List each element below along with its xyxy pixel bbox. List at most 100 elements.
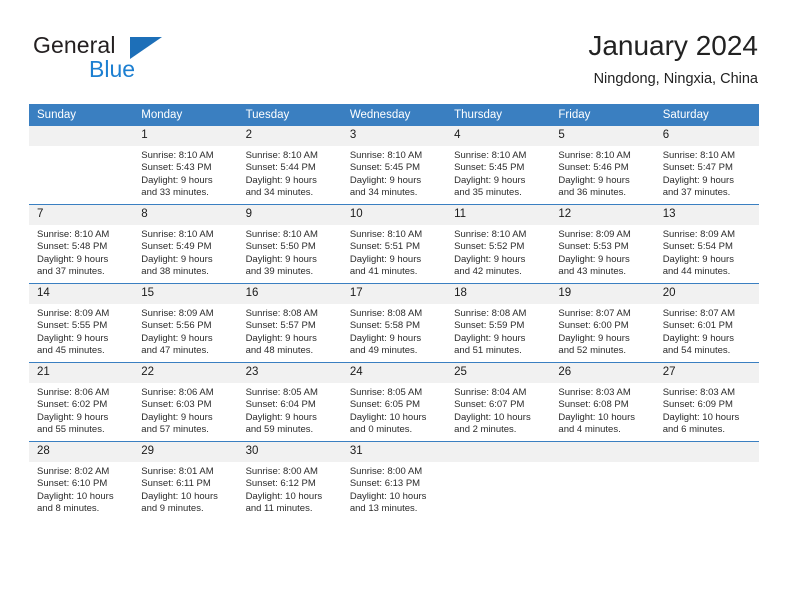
calendar-week-row: 14 Sunrise: 8:09 AM Sunset: 5:55 PM Dayligh… — [29, 283, 759, 363]
calendar-day-cell[interactable]: 14 Sunrise: 8:09 AM Sunset: 5:55 PM Dayligh… — [29, 283, 134, 363]
calendar-day-cell[interactable]: 19 Sunrise: 8:07 AM Sunset: 6:00 PM Dayligh… — [550, 283, 655, 363]
sunrise-text: Sunrise: 8:10 AM — [662, 150, 736, 161]
daylight-text-line1: Daylight: 9 hours — [454, 332, 526, 344]
day-details: Sunrise: 8:10 AM Sunset: 5:43 PM Daylight:… — [133, 146, 237, 200]
day-details: Sunrise: 8:02 AM Sunset: 6:10 PM Daylight:… — [29, 462, 133, 516]
day-number: 10 — [341, 205, 447, 225]
calendar-day-cell[interactable]: 12 Sunrise: 8:09 AM Sunset: 5:53 PM Dayligh… — [550, 204, 655, 284]
daylight-text-line2: and 37 minutes. — [37, 266, 105, 278]
calendar-day-cell[interactable]: 20 Sunrise: 8:07 AM Sunset: 6:01 PM Dayligh… — [654, 283, 759, 363]
day-number — [29, 126, 134, 146]
daylight-text-line1: Daylight: 9 hours — [454, 253, 526, 265]
calendar-day-cell[interactable]: 1 Sunrise: 8:10 AM Sunset: 5:43 PM Daylight… — [133, 126, 238, 205]
sunrise-text: Sunrise: 8:10 AM — [245, 229, 318, 240]
calendar-day-cell[interactable]: 25 Sunrise: 8:04 AM Sunset: 6:07 PM Dayligh… — [446, 362, 551, 442]
day-number: 4 — [446, 126, 551, 146]
day-number: 17 — [341, 284, 447, 304]
daylight-text-line2: and 33 minutes. — [141, 187, 209, 199]
calendar-day-cell[interactable]: 13 Sunrise: 8:09 AM Sunset: 5:54 PM Dayligh… — [654, 204, 759, 284]
calendar-day-cell[interactable]: 31 Sunrise: 8:00 AM Sunset: 6:13 PM Dayligh… — [341, 441, 447, 520]
day-number: 22 — [133, 363, 238, 383]
calendar-day-cell[interactable]: 2 Sunrise: 8:10 AM Sunset: 5:44 PM Daylight… — [237, 126, 342, 205]
day-number: 1 — [133, 126, 238, 146]
day-number: 6 — [654, 126, 759, 146]
sunset-text: Sunset: 5:56 PM — [141, 320, 212, 332]
day-details: Sunrise: 8:03 AM Sunset: 6:08 PM Daylight:… — [550, 383, 654, 437]
day-details: Sunrise: 8:00 AM Sunset: 6:12 PM Daylight:… — [238, 462, 342, 516]
calendar-day-cell[interactable]: 8 Sunrise: 8:10 AM Sunset: 5:49 PM Daylight… — [133, 204, 238, 284]
calendar-day-cell[interactable]: 15 Sunrise: 8:09 AM Sunset: 5:56 PM Dayligh… — [133, 283, 238, 363]
sunset-text: Sunset: 6:12 PM — [245, 478, 316, 490]
daylight-text-line2: and 11 minutes. — [245, 503, 313, 515]
daylight-text-line2: and 59 minutes. — [245, 424, 314, 436]
page-title: January 2024 — [588, 30, 758, 61]
sunset-text: Sunset: 5:51 PM — [349, 241, 421, 253]
sunrise-text: Sunrise: 8:08 AM — [349, 308, 423, 319]
daylight-text-line1: Daylight: 9 hours — [245, 174, 317, 186]
daylight-text-line2: and 38 minutes. — [141, 266, 209, 278]
sunrise-text: Sunrise: 8:01 AM — [141, 466, 214, 477]
sunset-text: Sunset: 5:44 PM — [245, 162, 316, 174]
daylight-text-line1: Daylight: 10 hours — [558, 411, 635, 423]
daylight-text-line2: and 34 minutes. — [245, 187, 314, 199]
calendar-day-cell[interactable]: 11 Sunrise: 8:10 AM Sunset: 5:52 PM Dayligh… — [446, 204, 551, 284]
calendar-day-cell[interactable]: 9 Sunrise: 8:10 AM Sunset: 5:50 PM Daylight… — [237, 204, 342, 284]
day-number: 5 — [550, 126, 655, 146]
calendar-day-cell[interactable]: 30 Sunrise: 8:00 AM Sunset: 6:12 PM Dayligh… — [237, 441, 342, 520]
day-details: Sunrise: 8:09 AM Sunset: 5:55 PM Daylight:… — [29, 304, 133, 358]
sunrise-text: Sunrise: 8:10 AM — [141, 150, 214, 161]
sunset-text: Sunset: 5:46 PM — [558, 162, 629, 174]
day-details: Sunrise: 8:08 AM Sunset: 5:58 PM Daylight:… — [342, 304, 446, 358]
day-details: Sunrise: 8:03 AM Sunset: 6:09 PM Daylight:… — [655, 383, 759, 437]
calendar-day-cell[interactable]: 18 Sunrise: 8:08 AM Sunset: 5:59 PM Dayligh… — [446, 283, 551, 363]
calendar-day-cell[interactable]: 24 Sunrise: 8:05 AM Sunset: 6:05 PM Dayligh… — [341, 362, 447, 442]
daylight-text-line2: and 2 minutes. — [454, 424, 517, 436]
calendar-day-cell[interactable]: 6 Sunrise: 8:10 AM Sunset: 5:47 PM Daylight… — [654, 126, 759, 205]
daylight-text-line1: Daylight: 10 hours — [454, 411, 531, 423]
calendar-day-cell[interactable]: 4 Sunrise: 8:10 AM Sunset: 5:45 PM Daylight… — [446, 126, 551, 205]
day-number: 24 — [341, 363, 447, 383]
daylight-text-line2: and 39 minutes. — [245, 266, 314, 278]
daylight-text-line2: and 4 minutes. — [558, 424, 621, 436]
sunrise-text: Sunrise: 8:08 AM — [454, 308, 527, 319]
calendar-day-cell[interactable]: 5 Sunrise: 8:10 AM Sunset: 5:46 PM Daylight… — [550, 126, 655, 205]
sunset-text: Sunset: 6:04 PM — [245, 399, 316, 411]
daylight-text-line2: and 52 minutes. — [558, 345, 627, 357]
calendar-day-cell[interactable]: 16 Sunrise: 8:08 AM Sunset: 5:57 PM Dayligh… — [237, 283, 342, 363]
day-details: Sunrise: 8:10 AM Sunset: 5:51 PM Daylight:… — [342, 225, 446, 279]
sunset-text: Sunset: 6:02 PM — [37, 399, 108, 411]
weekday-header-sunday: Sunday — [29, 104, 134, 126]
calendar-day-cell[interactable]: 10 Sunrise: 8:10 AM Sunset: 5:51 PM Dayligh… — [341, 204, 447, 284]
day-details: Sunrise: 8:10 AM Sunset: 5:45 PM Daylight:… — [446, 146, 550, 200]
calendar-day-cell[interactable]: 27 Sunrise: 8:03 AM Sunset: 6:09 PM Dayligh… — [654, 362, 759, 442]
sunset-text: Sunset: 5:55 PM — [37, 320, 108, 332]
day-details: Sunrise: 8:05 AM Sunset: 6:04 PM Daylight:… — [238, 383, 342, 437]
daylight-text-line1: Daylight: 9 hours — [349, 332, 422, 344]
calendar-day-cell[interactable]: 3 Sunrise: 8:10 AM Sunset: 5:45 PM Daylight… — [341, 126, 447, 205]
sunset-text: Sunset: 5:45 PM — [454, 162, 525, 174]
sunrise-text: Sunrise: 8:05 AM — [349, 387, 423, 398]
sunrise-text: Sunrise: 8:09 AM — [141, 308, 214, 319]
day-number: 7 — [29, 205, 134, 225]
calendar-day-cell[interactable]: 23 Sunrise: 8:05 AM Sunset: 6:04 PM Dayligh… — [237, 362, 342, 442]
calendar-day-cell[interactable]: 21 Sunrise: 8:06 AM Sunset: 6:02 PM Dayligh… — [29, 362, 134, 442]
day-details: Sunrise: 8:08 AM Sunset: 5:59 PM Daylight:… — [446, 304, 550, 358]
sunrise-text: Sunrise: 8:07 AM — [662, 308, 736, 319]
calendar-day-cell[interactable]: 7 Sunrise: 8:10 AM Sunset: 5:48 PM Daylight… — [29, 204, 134, 284]
day-number: 25 — [446, 363, 551, 383]
calendar-day-cell[interactable]: 28 Sunrise: 8:02 AM Sunset: 6:10 PM Dayligh… — [29, 441, 134, 520]
calendar-day-cell[interactable]: 29 Sunrise: 8:01 AM Sunset: 6:11 PM Dayligh… — [133, 441, 238, 520]
calendar-grid: Sunday Monday Tuesday Wednesday Thursday… — [29, 104, 759, 520]
general-blue-logo[interactable]: General Blue — [33, 32, 213, 84]
sunrise-text: Sunrise: 8:03 AM — [662, 387, 736, 398]
calendar-day-cell[interactable]: 17 Sunrise: 8:08 AM Sunset: 5:58 PM Dayligh… — [341, 283, 447, 363]
daylight-text-line2: and 0 minutes. — [349, 424, 413, 436]
day-number: 9 — [237, 205, 342, 225]
day-number: 15 — [133, 284, 238, 304]
daylight-text-line2: and 47 minutes. — [141, 345, 209, 357]
calendar-day-cell[interactable]: 22 Sunrise: 8:06 AM Sunset: 6:03 PM Dayligh… — [133, 362, 238, 442]
daylight-text-line1: Daylight: 10 hours — [349, 411, 427, 423]
calendar-day-cell[interactable]: 26 Sunrise: 8:03 AM Sunset: 6:08 PM Dayligh… — [550, 362, 655, 442]
sunset-text: Sunset: 5:52 PM — [454, 241, 525, 253]
daylight-text-line1: Daylight: 9 hours — [37, 332, 109, 344]
